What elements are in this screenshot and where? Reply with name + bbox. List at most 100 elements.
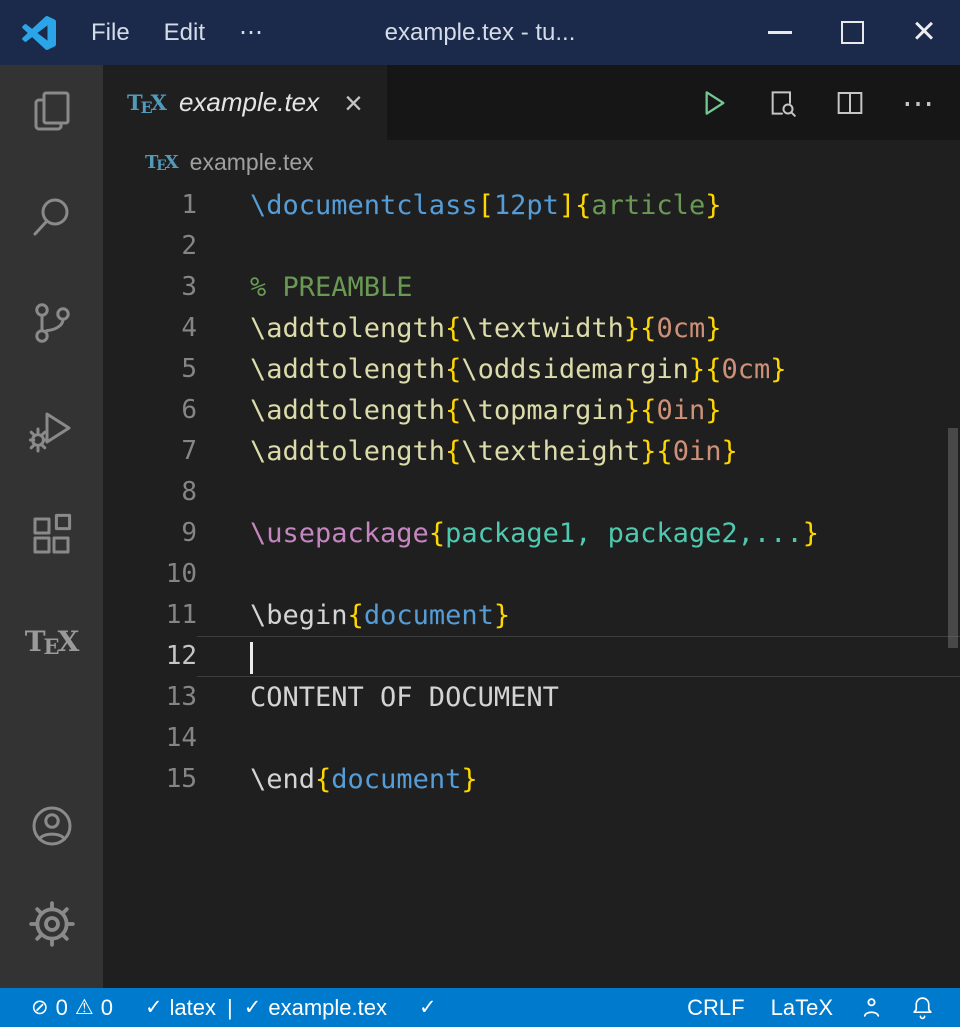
minimize-button[interactable] xyxy=(744,0,816,65)
line-number[interactable]: 1 xyxy=(103,185,197,226)
vertical-scrollbar[interactable] xyxy=(948,428,958,648)
line-number[interactable]: 8 xyxy=(103,472,197,513)
window-controls: × xyxy=(744,0,960,65)
code-line-8[interactable]: 8 xyxy=(103,472,960,513)
tab-example-tex[interactable]: TEX example.tex × xyxy=(103,65,387,140)
line-content[interactable] xyxy=(197,636,960,677)
code-token: \textheight xyxy=(461,436,640,467)
code-line-4[interactable]: 4\addtolength{\textwidth}{0cm} xyxy=(103,308,960,349)
file-check-status[interactable]: ✓ example.tex xyxy=(235,995,396,1021)
code-token: package1, package2,... xyxy=(445,518,803,549)
code-token: 0in xyxy=(656,395,705,426)
code-line-13[interactable]: 13CONTENT OF DOCUMENT xyxy=(103,677,960,718)
code-line-11[interactable]: 11\begin{document} xyxy=(103,595,960,636)
feedback-person-icon[interactable] xyxy=(850,995,893,1020)
code-line-15[interactable]: 15\end{document} xyxy=(103,759,960,800)
code-token: \textwidth xyxy=(461,313,624,344)
line-content[interactable]: \addtolength{\topmargin}{0in} xyxy=(197,390,960,431)
line-number[interactable]: 4 xyxy=(103,308,197,349)
breadcrumb-file[interactable]: example.tex xyxy=(190,149,314,176)
line-content[interactable]: \addtolength{\textheight}{0in} xyxy=(197,431,960,472)
line-content[interactable]: \addtolength{\textwidth}{0cm} xyxy=(197,308,960,349)
line-number[interactable]: 14 xyxy=(103,718,197,759)
tab-close-icon[interactable]: × xyxy=(344,87,363,119)
linter-status[interactable]: ✓ latex xyxy=(136,995,225,1021)
language-mode[interactable]: LaTeX xyxy=(762,995,842,1021)
line-number[interactable]: 7 xyxy=(103,431,197,472)
code-token: { xyxy=(575,190,591,221)
build-status[interactable]: ✓ xyxy=(410,997,446,1018)
close-window-button[interactable]: × xyxy=(888,0,960,65)
line-content[interactable]: \end{document} xyxy=(197,759,960,800)
code-token: } xyxy=(494,600,510,631)
line-content[interactable]: \usepackage{package1, package2,...} xyxy=(197,513,960,554)
code-token: { xyxy=(705,354,721,385)
line-number[interactable]: 11 xyxy=(103,595,197,636)
code-token: document xyxy=(331,764,461,795)
more-actions-button[interactable]: ⋯ xyxy=(902,87,934,119)
activity-bar-top: TEX xyxy=(28,87,76,665)
editor-actions: ⋯ xyxy=(698,65,960,140)
line-number[interactable]: 13 xyxy=(103,677,197,718)
run-debug-icon[interactable] xyxy=(28,405,76,453)
menu-more-button[interactable]: ⋯ xyxy=(222,18,280,47)
search-icon[interactable] xyxy=(28,193,76,241)
source-control-icon[interactable] xyxy=(28,299,76,347)
tab-bar: TEX example.tex × xyxy=(103,65,960,140)
code-line-10[interactable]: 10 xyxy=(103,554,960,595)
code-token: \oddsidemargin xyxy=(461,354,689,385)
code-line-1[interactable]: 1\documentclass[12pt]{article} xyxy=(103,185,960,226)
line-content[interactable]: % PREAMBLE xyxy=(197,267,960,308)
split-editor-button[interactable] xyxy=(834,87,866,119)
line-content[interactable] xyxy=(197,226,960,267)
line-number[interactable]: 2 xyxy=(103,226,197,267)
code-line-14[interactable]: 14 xyxy=(103,718,960,759)
code-line-6[interactable]: 6\addtolength{\topmargin}{0in} xyxy=(103,390,960,431)
line-number[interactable]: 9 xyxy=(103,513,197,554)
notifications-bell-icon[interactable] xyxy=(901,995,944,1020)
line-content[interactable] xyxy=(197,472,960,513)
explorer-icon[interactable] xyxy=(28,87,76,135)
line-content[interactable]: CONTENT OF DOCUMENT xyxy=(197,677,960,718)
view-pdf-button[interactable] xyxy=(766,87,798,119)
warnings-icon: ⚠ xyxy=(75,997,94,1018)
line-number[interactable]: 15 xyxy=(103,759,197,800)
code-token: \end xyxy=(250,764,315,795)
line-number[interactable]: 6 xyxy=(103,390,197,431)
extensions-icon[interactable] xyxy=(28,511,76,559)
code-token: 0in xyxy=(673,436,722,467)
code-token: { xyxy=(640,313,656,344)
code-line-9[interactable]: 9\usepackage{package1, package2,...} xyxy=(103,513,960,554)
build-latex-button[interactable] xyxy=(698,87,730,119)
code-token: } xyxy=(721,436,737,467)
latex-workshop-icon[interactable]: TEX xyxy=(28,617,76,665)
line-content[interactable]: \documentclass[12pt]{article} xyxy=(197,185,960,226)
problems-status[interactable]: ⊘ 0 ⚠ 0 xyxy=(22,995,122,1021)
close-icon: × xyxy=(912,11,935,51)
maximize-button[interactable] xyxy=(816,0,888,65)
line-number[interactable]: 3 xyxy=(103,267,197,308)
code-line-12[interactable]: 12 xyxy=(103,636,960,677)
errors-count: 0 xyxy=(56,995,68,1021)
code-line-2[interactable]: 2 xyxy=(103,226,960,267)
settings-gear-icon[interactable] xyxy=(28,900,76,948)
line-content[interactable]: \addtolength{\oddsidemargin}{0cm} xyxy=(197,349,960,390)
menu-edit[interactable]: Edit xyxy=(147,19,222,47)
vscode-logo-icon xyxy=(22,16,56,50)
code-token: { xyxy=(445,436,461,467)
menu-file[interactable]: File xyxy=(74,19,147,47)
line-content[interactable] xyxy=(197,554,960,595)
account-icon[interactable] xyxy=(28,802,76,850)
line-content[interactable] xyxy=(197,718,960,759)
code-line-3[interactable]: 3% PREAMBLE xyxy=(103,267,960,308)
eol-indicator[interactable]: CRLF xyxy=(678,995,753,1021)
line-content[interactable]: \begin{document} xyxy=(197,595,960,636)
line-number[interactable]: 5 xyxy=(103,349,197,390)
line-number[interactable]: 10 xyxy=(103,554,197,595)
code-token: \addtolength xyxy=(250,395,445,426)
code-token: { xyxy=(445,313,461,344)
code-line-7[interactable]: 7\addtolength{\textheight}{0in} xyxy=(103,431,960,472)
line-number[interactable]: 12 xyxy=(103,636,197,677)
code-token: } xyxy=(689,354,705,385)
code-line-5[interactable]: 5\addtolength{\oddsidemargin}{0cm} xyxy=(103,349,960,390)
